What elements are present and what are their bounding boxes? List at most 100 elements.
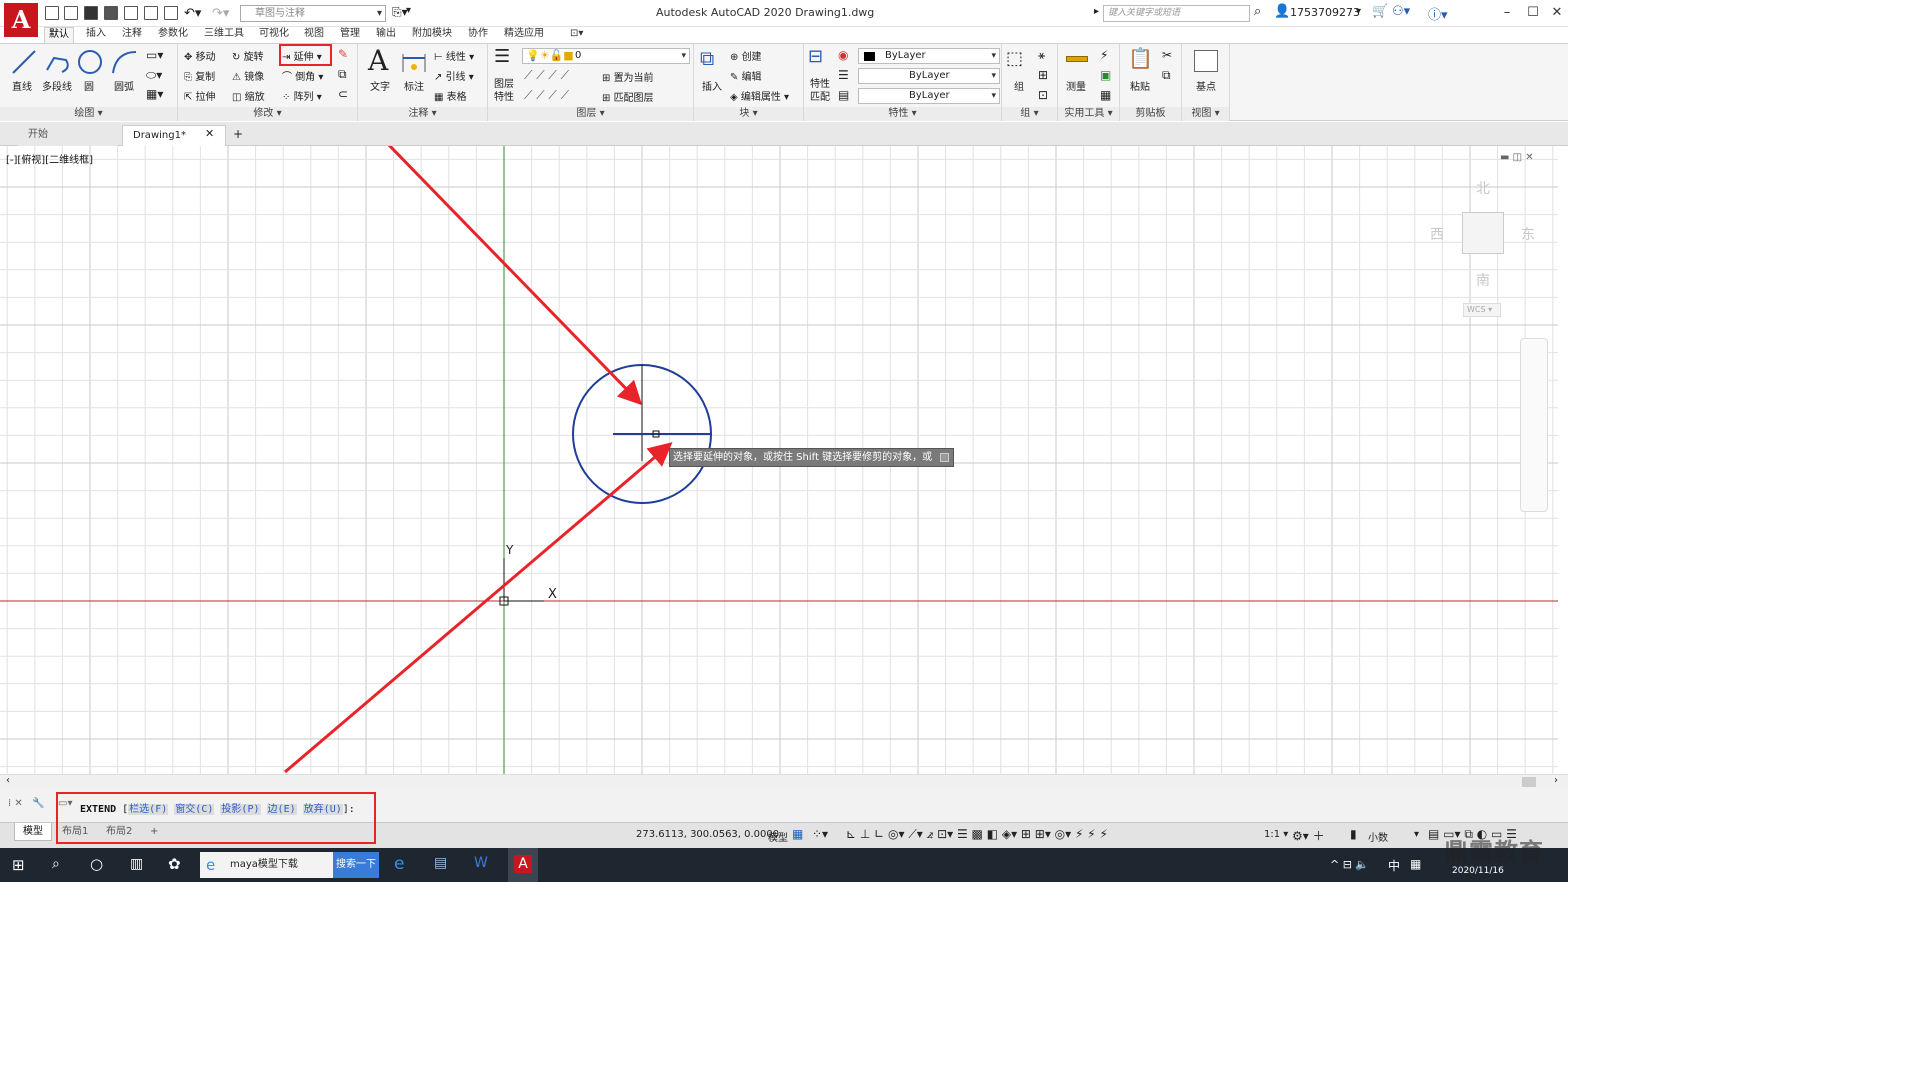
move-button[interactable]: ✥ 移动 bbox=[184, 48, 216, 63]
cmd-close-icon[interactable]: ⁞ ✕ bbox=[8, 798, 23, 809]
coordinates-readout[interactable]: 273.6113, 300.0563, 0.0000 bbox=[636, 829, 779, 840]
cart-icon[interactable]: 🛒 bbox=[1372, 4, 1388, 19]
paste-button-label[interactable]: 粘贴 bbox=[1130, 78, 1150, 93]
new-tab-icon[interactable]: + bbox=[233, 127, 243, 141]
insert-button-label[interactable]: 插入 bbox=[702, 78, 722, 93]
tab-default[interactable]: 默认 bbox=[44, 27, 74, 43]
scroll-left-icon[interactable]: ‹ bbox=[6, 775, 10, 786]
explode-icon[interactable]: ⧉ bbox=[338, 67, 347, 82]
binoculars-icon[interactable]: ⌕ bbox=[1254, 4, 1261, 19]
units-dropdown[interactable]: 小数 bbox=[1368, 829, 1388, 844]
gradient-icon[interactable]: ▦▾ bbox=[146, 87, 163, 101]
viewcube-south[interactable]: 南 bbox=[1476, 270, 1490, 290]
panel-title-view[interactable]: 视图 ▾ bbox=[1182, 107, 1229, 121]
save-as-icon[interactable] bbox=[104, 6, 118, 20]
layer-properties-label[interactable]: 图层 特性 bbox=[494, 78, 514, 104]
taskbar-maya-item[interactable]: maya模型下载 bbox=[200, 852, 333, 878]
panel-title-clipboard[interactable]: 剪贴板 bbox=[1120, 107, 1181, 121]
viewcube-east[interactable]: 东 bbox=[1521, 224, 1535, 244]
customize-qat-icon[interactable]: ▾ bbox=[406, 5, 411, 16]
snap-icon[interactable]: ⁘▾ bbox=[812, 827, 828, 841]
ribbon-toggle-icon[interactable]: ⊡▾ bbox=[566, 27, 587, 43]
leader-button[interactable]: ↗ 引线 ▾ bbox=[434, 68, 474, 83]
units-icon[interactable]: ▮ bbox=[1350, 827, 1357, 841]
circle-icon[interactable] bbox=[76, 48, 104, 76]
ime-indicator[interactable]: 中 bbox=[1388, 857, 1400, 874]
erase-icon[interactable]: ✎ bbox=[338, 47, 348, 61]
wcs-dropdown[interactable]: WCS ▾ bbox=[1463, 303, 1501, 317]
help-icon[interactable]: ⓘ▾ bbox=[1428, 4, 1448, 23]
status-tools-icons[interactable]: ⊾ ⊥ ∟ ◎▾ ⟋▾ ⦨ ⊡▾ ☰ ▩ ◧ ◈▾ ⊞ ⊞▾ ◎▾ ⚡ ⚡ ⚡ bbox=[846, 827, 1108, 842]
table-button[interactable]: ▦ 表格 bbox=[434, 88, 467, 103]
panel-title-block[interactable]: 块 ▾ bbox=[694, 107, 803, 121]
copy-clip-icon[interactable]: ⧉ bbox=[1162, 68, 1171, 83]
plot-icon[interactable] bbox=[144, 6, 158, 20]
base-button-label[interactable]: 基点 bbox=[1196, 78, 1216, 93]
tab-parametric[interactable]: 参数化 bbox=[154, 27, 192, 43]
calculator-icon[interactable]: ▦ bbox=[1100, 88, 1111, 102]
open-file-icon[interactable] bbox=[64, 6, 78, 20]
close-tab-icon[interactable]: ✕ bbox=[205, 127, 214, 140]
tab-view[interactable]: 视图 bbox=[300, 27, 328, 43]
layer-properties-icon[interactable]: ☰ bbox=[494, 46, 510, 67]
match-layer-button[interactable]: ⊞ 匹配图层 bbox=[602, 89, 654, 104]
match-properties-label[interactable]: 特性 匹配 bbox=[810, 78, 830, 104]
panel-title-layers[interactable]: 图层 ▾ bbox=[488, 107, 693, 121]
keyboard-icon[interactable]: ▦ bbox=[1410, 857, 1421, 871]
paste-icon[interactable]: 📋 bbox=[1128, 46, 1153, 70]
text-button-label[interactable]: 文字 bbox=[370, 78, 390, 93]
cmd-settings-icon[interactable]: 🔧 bbox=[32, 798, 44, 809]
panel-title-annotation[interactable]: 注释 ▾ bbox=[358, 107, 487, 121]
dimension-icon[interactable] bbox=[400, 50, 428, 76]
line-button-label[interactable]: 直线 bbox=[12, 78, 32, 93]
new-file-icon[interactable] bbox=[45, 6, 59, 20]
dimension-button-label[interactable]: 标注 bbox=[404, 78, 424, 93]
viewport-window-controls[interactable]: ▬ ◫ ✕ bbox=[1500, 152, 1534, 163]
user-dropdown-icon[interactable]: ▾ bbox=[1356, 6, 1361, 17]
measure-icon[interactable] bbox=[1066, 56, 1088, 62]
select-all-icon[interactable]: ▣ bbox=[1100, 68, 1111, 82]
panel-title-utilities[interactable]: 实用工具 ▾ bbox=[1058, 107, 1119, 121]
array-button[interactable]: ⁘ 阵列 ▾ bbox=[282, 88, 322, 103]
navigation-bar[interactable] bbox=[1520, 338, 1548, 512]
autocad-logo-icon[interactable]: A bbox=[4, 3, 38, 37]
group-select-icon[interactable]: ⊡ bbox=[1038, 88, 1048, 102]
model-space-button[interactable]: 模型 bbox=[768, 829, 788, 844]
rotate-button[interactable]: ↻ 旋转 bbox=[232, 48, 264, 63]
polyline-icon[interactable] bbox=[44, 48, 72, 76]
edit-block-button[interactable]: ✎ 编辑 bbox=[730, 68, 762, 83]
redo-icon[interactable]: ↷▾ bbox=[212, 6, 229, 21]
scroll-thumb[interactable] bbox=[1522, 777, 1536, 787]
linear-button[interactable]: ⊢ 线性 ▾ bbox=[434, 48, 474, 63]
text-icon[interactable]: A bbox=[368, 44, 388, 77]
wps-app-icon[interactable]: W bbox=[474, 855, 488, 871]
stretch-button[interactable]: ⇱ 拉伸 bbox=[184, 88, 216, 103]
quick-select-icon[interactable]: ⚡ bbox=[1100, 48, 1108, 62]
viewcube-face-icon[interactable] bbox=[1462, 212, 1504, 254]
undo-icon[interactable]: ↶▾ bbox=[184, 6, 201, 21]
lineweight-icon[interactable]: ▤ bbox=[838, 88, 849, 102]
tab-output[interactable]: 输出 bbox=[372, 27, 400, 43]
print-icon[interactable] bbox=[164, 6, 178, 20]
hatch-icon[interactable]: ⬭▾ bbox=[146, 68, 162, 83]
panel-title-groups[interactable]: 组 ▾ bbox=[1002, 107, 1057, 121]
tab-collaborate[interactable]: 协作 bbox=[464, 27, 492, 43]
tab-insert[interactable]: 插入 bbox=[82, 27, 110, 43]
line-icon[interactable] bbox=[10, 48, 38, 76]
linetype-dropdown[interactable]: ByLayer bbox=[858, 68, 1000, 84]
grid-toggle-icon[interactable]: ▦ bbox=[792, 827, 803, 841]
taskbar-search-button[interactable]: 搜索一下 bbox=[333, 852, 379, 878]
notepad-app-icon[interactable]: ▤ bbox=[434, 855, 447, 871]
tray-icons[interactable]: ^ ⊟ 🔈 bbox=[1330, 858, 1369, 871]
color-wheel-icon[interactable]: ◉ bbox=[838, 48, 848, 62]
cut-icon[interactable]: ✂ bbox=[1162, 48, 1172, 62]
arc-button-label[interactable]: 圆弧 bbox=[114, 78, 134, 93]
horizontal-scrollbar[interactable]: ‹ › bbox=[0, 774, 1568, 788]
autocad-taskbar-icon[interactable]: A bbox=[514, 855, 532, 873]
a360-icon[interactable]: ⚇▾ bbox=[1392, 4, 1410, 19]
close-button[interactable]: ✕ bbox=[1546, 4, 1568, 22]
linetype-icon[interactable]: ☰ bbox=[838, 68, 849, 82]
mirror-button[interactable]: ⚠ 镜像 bbox=[232, 68, 264, 83]
task-view-icon[interactable]: ▥ bbox=[130, 856, 143, 872]
workspace-dropdown[interactable]: 草图与注释 bbox=[240, 5, 386, 22]
